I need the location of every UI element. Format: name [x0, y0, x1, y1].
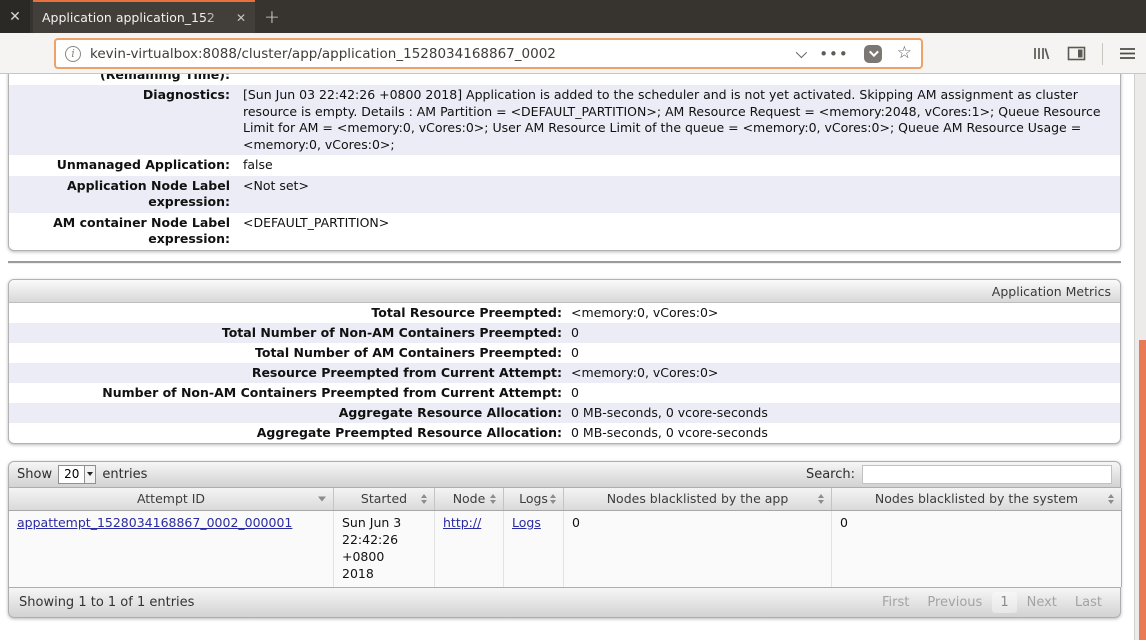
menu-hamburger-icon[interactable]: [1119, 46, 1136, 61]
url-bar[interactable]: i kevin-virtualbox:8088/cluster/app/appl…: [54, 38, 923, 69]
info-value: false: [243, 157, 273, 172]
metrics-row: Total Number of Non-AM Containers Preemp…: [9, 322, 1120, 343]
info-row: Application Node Label expression: <Not …: [9, 175, 1120, 213]
application-info-table: (Remaining Time): Diagnostics: [Sun Jun …: [8, 74, 1121, 251]
column-header-started[interactable]: Started: [333, 487, 435, 511]
library-icon[interactable]: [1032, 45, 1051, 62]
section-divider: [8, 260, 1121, 264]
tab-close-icon[interactable]: ✕: [236, 11, 246, 25]
column-header-attempt-id[interactable]: Attempt ID: [8, 487, 334, 511]
column-header-node[interactable]: Node: [434, 487, 504, 511]
datatable-toolbar: Show 20 entries Search:: [8, 460, 1121, 488]
application-metrics-table: Application Metrics Total Resource Preem…: [8, 278, 1121, 444]
toolbar-divider: [1102, 42, 1103, 65]
pagination: First Previous 1 Next Last: [874, 591, 1110, 613]
entries-label: entries: [102, 466, 148, 482]
sort-both-icon: [818, 493, 824, 504]
url-text: kevin-virtualbox:8088/cluster/app/applic…: [90, 45, 556, 62]
attempt-id-link[interactable]: appattempt_1528034168867_0002_000001: [17, 515, 292, 530]
browser-tab[interactable]: Application application_152 ✕: [33, 0, 255, 33]
urlbar-dropdown-icon[interactable]: [795, 46, 808, 58]
attempts-datatable: Show 20 entries Search: Attempt ID Start…: [8, 460, 1122, 618]
info-row: Diagnostics: [Sun Jun 03 22:42:26 +0800 …: [9, 85, 1120, 155]
entries-select[interactable]: 20: [58, 464, 97, 484]
sort-both-icon: [550, 493, 556, 504]
attempt-node-link[interactable]: http://: [443, 515, 481, 530]
page-viewport: (Remaining Time): Diagnostics: [Sun Jun …: [0, 74, 1146, 640]
browser-toolbar: i kevin-virtualbox:8088/cluster/app/appl…: [0, 33, 1146, 74]
metrics-row: Aggregate Preempted Resource Allocation:…: [256, 425, 768, 440]
search-input[interactable]: [862, 464, 1112, 484]
sort-desc-icon: [318, 496, 326, 502]
search-label: Search:: [805, 466, 855, 482]
diagnostics-text: [Sun Jun 03 22:42:26 +0800 2018] Applica…: [243, 87, 1101, 152]
info-label: (Remaining Time):: [100, 74, 230, 82]
column-header-nodes-blacklisted-app[interactable]: Nodes blacklisted by the app: [563, 487, 832, 511]
info-value: <Not set>: [243, 177, 309, 193]
metrics-header: Application Metrics: [9, 279, 1120, 303]
nodes-blacklisted-system-value: 0: [840, 515, 848, 530]
attempt-logs-link[interactable]: Logs: [512, 515, 541, 530]
metrics-row: Total Resource Preempted: <memory:0, vCo…: [371, 305, 719, 320]
sort-both-icon: [490, 493, 496, 504]
page-actions-icon[interactable]: •••: [819, 46, 849, 61]
pagination-previous[interactable]: Previous: [919, 592, 990, 613]
info-label: Diagnostics:: [142, 87, 230, 102]
metrics-row: Total Number of AM Containers Preempted:…: [254, 345, 579, 360]
tab-title-fade: [203, 4, 229, 33]
window-close-button[interactable]: ✕: [0, 0, 30, 33]
pagination-page-1[interactable]: 1: [992, 591, 1017, 613]
metrics-row: Number of Non-AM Containers Preempted fr…: [102, 385, 579, 400]
vertical-scrollbar[interactable]: [1134, 74, 1146, 640]
info-row: Unmanaged Application: false: [9, 155, 1120, 176]
pagination-first[interactable]: First: [874, 592, 917, 613]
sidebar-icon[interactable]: [1067, 45, 1086, 62]
browser-tab-bar: ✕ Application application_152 ✕ +: [0, 0, 1146, 33]
show-label: Show: [17, 466, 53, 482]
pocket-icon[interactable]: [863, 44, 882, 63]
showing-entries-text: Showing 1 to 1 of 1 entries: [19, 594, 195, 610]
pagination-next[interactable]: Next: [1019, 592, 1065, 613]
metrics-row: Aggregate Resource Allocation: 0 MB-seco…: [9, 402, 1120, 423]
column-header-nodes-blacklisted-system[interactable]: Nodes blacklisted by the system: [831, 487, 1122, 511]
new-tab-button[interactable]: +: [255, 0, 289, 33]
attempt-started: Sun Jun 3 22:42:26 +0800 2018: [342, 515, 402, 581]
site-info-icon[interactable]: i: [65, 45, 81, 62]
info-row: (Remaining Time):: [9, 74, 1120, 85]
info-label: Unmanaged Application:: [56, 157, 230, 172]
sort-both-icon: [421, 493, 427, 504]
info-label: AM container Node Label expression:: [53, 214, 230, 247]
select-arrow-icon: [84, 465, 96, 483]
info-label: Application Node Label expression:: [66, 177, 230, 210]
datatable-footer: Showing 1 to 1 of 1 entries First Previo…: [8, 586, 1121, 618]
info-value: <DEFAULT_PARTITION>: [243, 214, 390, 230]
attempts-table: Attempt ID Started Node Logs Nodes black…: [8, 487, 1122, 587]
column-header-logs[interactable]: Logs: [503, 487, 564, 511]
scrollbar-thumb[interactable]: [1139, 340, 1146, 640]
info-row: AM container Node Label expression: <DEF…: [9, 213, 1120, 250]
bookmark-star-icon[interactable]: ☆: [897, 45, 912, 62]
tab-title: Application application_152: [42, 10, 215, 25]
sort-both-icon: [1108, 493, 1114, 504]
nodes-blacklisted-app-value: 0: [572, 515, 580, 530]
pagination-last[interactable]: Last: [1067, 592, 1110, 613]
entries-select-value: 20: [64, 467, 80, 481]
attempt-row: appattempt_1528034168867_0002_000001 Sun…: [8, 510, 1122, 587]
metrics-row: Resource Preempted from Current Attempt:…: [9, 362, 1120, 383]
